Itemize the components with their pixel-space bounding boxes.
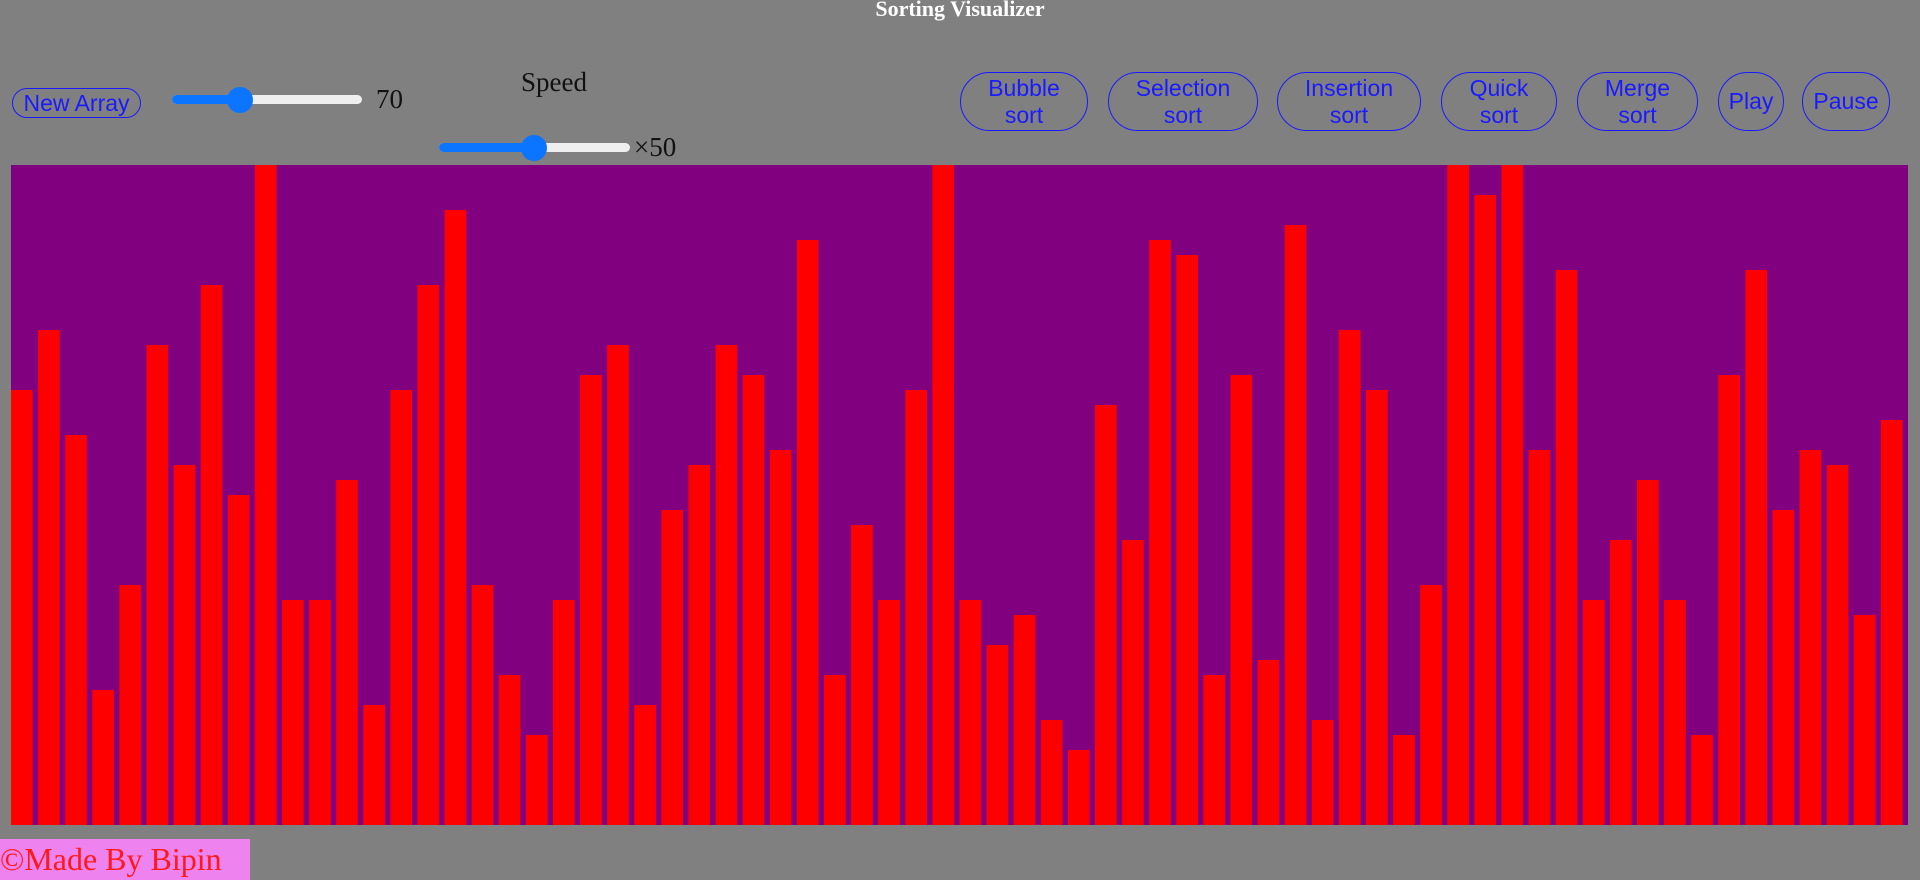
- array-size-slider[interactable]: [172, 87, 362, 113]
- speed-slider[interactable]: [439, 135, 630, 161]
- array-bar: [1664, 600, 1686, 825]
- play-button[interactable]: Play: [1718, 72, 1784, 131]
- selection-sort-label-line1: Selection: [1135, 74, 1231, 101]
- array-bar: [1609, 540, 1632, 825]
- array-bar: [878, 600, 900, 825]
- array-bar: [986, 645, 1009, 825]
- array-bar: [1772, 510, 1795, 825]
- array-bar: [688, 465, 711, 825]
- array-bar: [851, 525, 873, 825]
- array-size-slider-thumb[interactable]: [226, 87, 253, 113]
- array-bar: [742, 375, 765, 825]
- array-bar: [1555, 270, 1578, 825]
- array-bar: [1122, 540, 1144, 825]
- array-bars-area: [11, 165, 1908, 825]
- array-bar: [1799, 450, 1822, 825]
- merge-sort-label-line2: sort: [1618, 101, 1657, 128]
- pause-button[interactable]: Pause: [1802, 72, 1890, 131]
- array-bar: [661, 510, 684, 825]
- merge-sort-button[interactable]: Merge sort: [1577, 72, 1698, 131]
- array-bar: [905, 390, 927, 825]
- array-bar: [1393, 735, 1415, 825]
- page-title: Sorting Visualizer: [875, 0, 1045, 21]
- array-bar: [336, 480, 358, 825]
- array-bar: [173, 465, 196, 825]
- array-bar: [1257, 660, 1280, 825]
- array-bar: [1528, 450, 1551, 825]
- bubble-sort-label-line2: sort: [1004, 101, 1044, 128]
- array-bar: [932, 165, 955, 825]
- array-bar: [38, 330, 60, 825]
- selection-sort-label-line2: sort: [1163, 101, 1203, 128]
- array-bar: [390, 390, 413, 825]
- insertion-sort-label-line2: sort: [1329, 101, 1369, 128]
- array-bar: [1637, 480, 1659, 825]
- array-bar: [498, 675, 521, 825]
- array-bar: [309, 600, 331, 825]
- insertion-sort-button[interactable]: Insertion sort: [1277, 72, 1421, 131]
- speed-value: ×50: [634, 132, 677, 162]
- array-bar: [65, 435, 87, 825]
- new-array-button[interactable]: New Array: [12, 88, 141, 118]
- array-bar: [715, 345, 738, 825]
- array-bar: [1067, 750, 1090, 825]
- array-bar: [580, 375, 602, 825]
- array-bar: [1203, 675, 1226, 825]
- array-bar: [227, 495, 250, 825]
- array-bar: [1176, 255, 1198, 825]
- array-bar: [1230, 375, 1253, 825]
- array-bar: [1474, 195, 1497, 825]
- array-bar: [11, 390, 33, 825]
- array-bar: [282, 600, 304, 825]
- quick-sort-button[interactable]: Quick sort: [1441, 72, 1557, 131]
- bubble-sort-button[interactable]: Bubble sort: [960, 72, 1088, 131]
- array-bar: [1447, 165, 1469, 825]
- array-size-value: 70: [376, 84, 403, 114]
- array-bar: [254, 165, 277, 825]
- array-bar: [769, 450, 792, 825]
- array-bar: [1013, 615, 1036, 825]
- array-bar: [119, 585, 142, 825]
- array-bar: [1718, 375, 1740, 825]
- array-bar: [553, 600, 575, 825]
- array-bar: [824, 675, 846, 825]
- insertion-sort-label-line1: Insertion: [1304, 74, 1394, 101]
- array-bar: [1501, 165, 1524, 825]
- array-bar: [1149, 240, 1171, 825]
- array-bar: [1040, 720, 1063, 825]
- array-bar: [1826, 465, 1849, 825]
- array-bar: [1284, 225, 1307, 825]
- speed-slider-fill: [439, 143, 534, 152]
- array-bar: [634, 705, 656, 825]
- merge-sort-label-line1: Merge: [1604, 74, 1671, 101]
- array-bar: [1853, 615, 1876, 825]
- array-bar: [1691, 735, 1713, 825]
- array-bar: [444, 210, 467, 825]
- selection-sort-button[interactable]: Selection sort: [1108, 72, 1258, 131]
- speed-slider-thumb[interactable]: [520, 135, 547, 161]
- array-bar: [1338, 330, 1361, 825]
- array-bar: [1366, 390, 1388, 825]
- quick-sort-label-line1: Quick: [1469, 74, 1529, 101]
- array-bar: [959, 600, 982, 825]
- array-bar: [1311, 720, 1334, 825]
- array-bar: [1745, 270, 1768, 825]
- array-bar: [1420, 585, 1442, 825]
- array-bar: [796, 240, 819, 825]
- array-bar: [1582, 600, 1605, 825]
- speed-label: Speed: [521, 67, 587, 97]
- array-bar: [607, 345, 629, 825]
- array-bar: [525, 735, 548, 825]
- array-bar: [417, 285, 440, 825]
- array-bar: [200, 285, 223, 825]
- array-bar: [1880, 420, 1903, 825]
- bubble-sort-label-line1: Bubble: [988, 74, 1060, 101]
- quick-sort-label-line2: sort: [1479, 101, 1519, 128]
- array-bar: [146, 345, 169, 825]
- array-bar: [471, 585, 494, 825]
- footer-credit: ©Made By Bipin: [0, 839, 250, 880]
- array-bar: [1095, 405, 1117, 825]
- array-bar: [92, 690, 114, 825]
- array-bar: [363, 705, 385, 825]
